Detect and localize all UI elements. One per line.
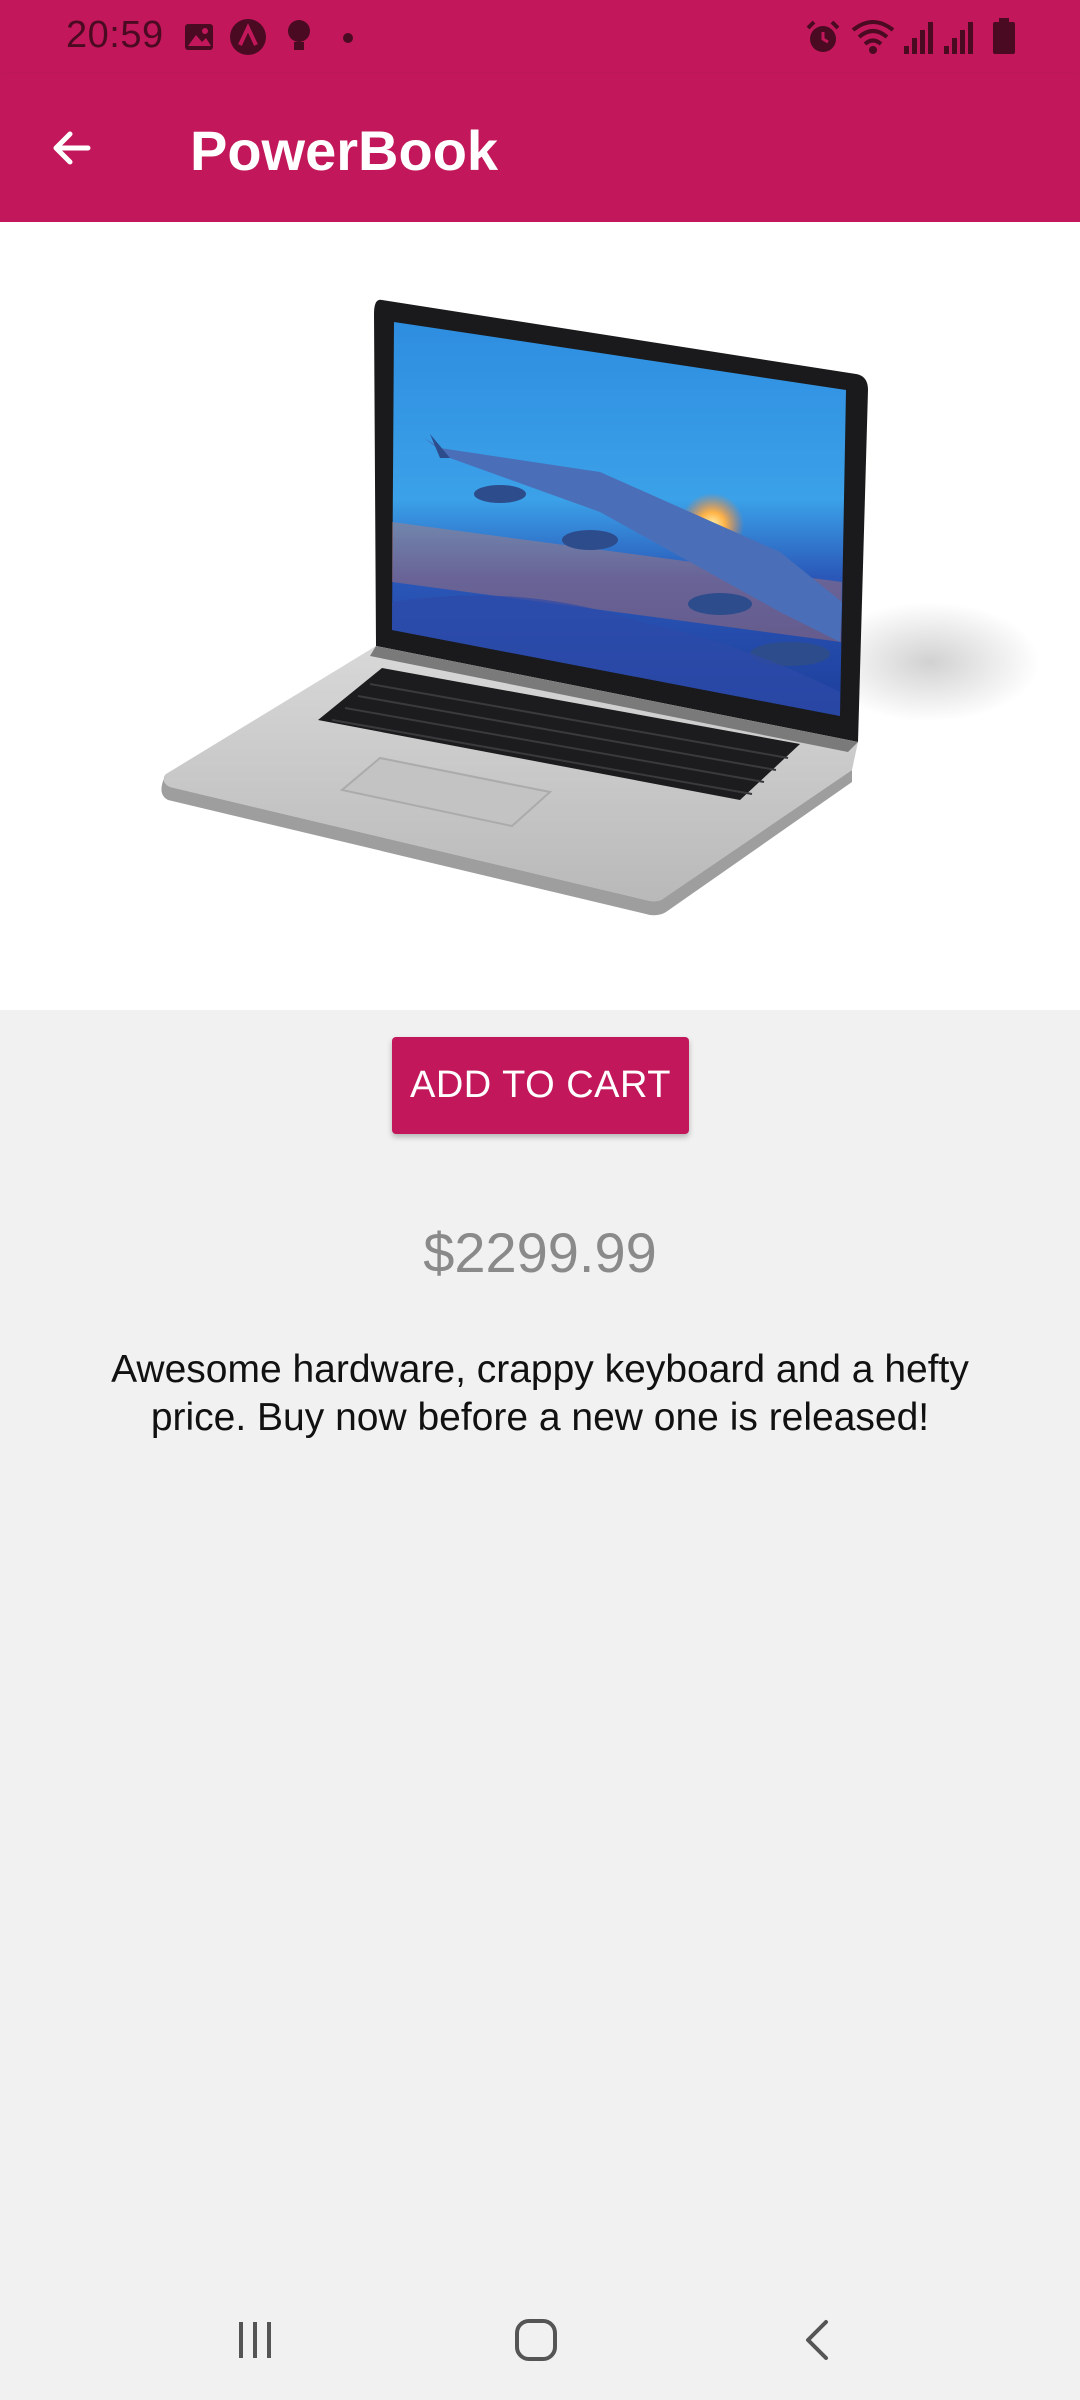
arrow-left-icon — [53, 131, 91, 165]
back-chevron-icon — [806, 2320, 828, 2360]
status-bar: 20:59 — [0, 0, 1080, 74]
system-back-button[interactable] — [768, 2300, 868, 2380]
app-notification-icon — [230, 19, 266, 55]
recent-apps-icon — [239, 2322, 271, 2358]
status-time: 20:59 — [66, 14, 164, 56]
system-nav-bar — [0, 2280, 1080, 2400]
back-button[interactable] — [36, 112, 108, 184]
product-detail-screen: 20:59 PowerBook ADD TO CART $2299.99 Awe… — [0, 0, 1080, 2400]
product-image — [0, 222, 1080, 1010]
recent-apps-button[interactable] — [205, 2300, 305, 2380]
more-notifications-icon — [343, 33, 353, 43]
wifi-icon — [851, 20, 895, 54]
gallery-icon — [185, 24, 213, 50]
battery-icon — [993, 18, 1015, 54]
add-to-cart-button[interactable]: ADD TO CART — [392, 1037, 689, 1134]
app-bar: PowerBook — [0, 74, 1080, 222]
home-icon — [515, 2319, 557, 2361]
laptop-image — [161, 299, 1040, 916]
page-title: PowerBook — [190, 119, 499, 182]
product-price: $2299.99 — [423, 1221, 657, 1284]
home-button[interactable] — [486, 2300, 586, 2380]
product-description: Awesome hardware, crappy keyboard and a … — [111, 1348, 969, 1439]
signal-icon-1 — [904, 22, 933, 54]
alarm-icon — [806, 20, 840, 52]
signal-icon-2 — [944, 22, 973, 54]
bulb-icon — [288, 20, 310, 50]
